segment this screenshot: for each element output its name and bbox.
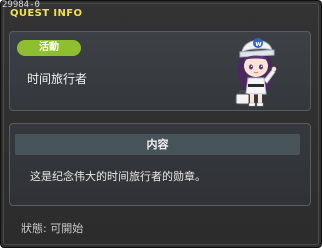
quest-status: 狀態: 可開始 xyxy=(21,222,84,235)
quest-description: 这是纪念伟大的时间旅行者的勋章。 xyxy=(30,170,206,183)
npc-portrait-icon: w xyxy=(226,30,286,110)
quest-name: 时间旅行者 xyxy=(27,72,88,86)
content-header: 内容 xyxy=(15,134,300,155)
window-title: QUEST INFO xyxy=(10,8,83,19)
event-badge: 活動 xyxy=(17,40,81,56)
svg-text:w: w xyxy=(255,40,262,48)
